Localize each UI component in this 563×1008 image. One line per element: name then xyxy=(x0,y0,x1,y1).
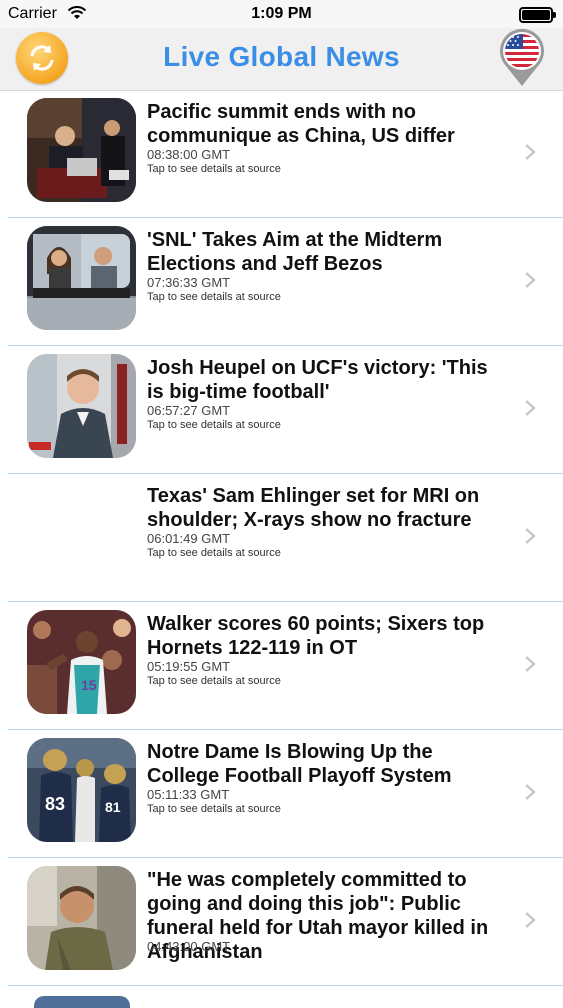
chevron-right-icon xyxy=(525,144,536,160)
empty-thumbnail xyxy=(27,482,136,586)
headline: 'SNL' Takes Aim at the Midterm Elections… xyxy=(147,229,443,275)
source-note: Tap to see details at source xyxy=(147,291,281,303)
news-row[interactable]: Josh Heupel on UCF's victory: 'This is b… xyxy=(0,346,563,474)
svg-text:15: 15 xyxy=(81,677,97,693)
headline: Notre Dame Is Blowing Up the College Foo… xyxy=(147,741,452,787)
summit-photo-thumbnail xyxy=(27,98,136,202)
timestamp: 07:36:33 GMT xyxy=(147,275,231,290)
next-row-thumbnail xyxy=(34,996,130,1008)
battery-icon xyxy=(519,7,556,23)
chevron-right-icon xyxy=(525,400,536,416)
svg-text:81: 81 xyxy=(105,799,121,815)
source-note: Tap to see details at source xyxy=(147,419,281,431)
timestamp: 05:19:55 GMT xyxy=(147,659,231,674)
headline: Josh Heupel on UCF's victory: 'This is b… xyxy=(147,357,488,403)
status-bar: Carrier 1:09 PM xyxy=(0,0,563,28)
us-flag-pin-icon[interactable] xyxy=(497,28,547,88)
timestamp: 06:01:49 GMT xyxy=(147,531,231,546)
source-note: Tap to see details at source xyxy=(147,675,281,687)
basketball-photo-thumbnail: 15 xyxy=(27,610,136,714)
chevron-right-icon xyxy=(525,272,536,288)
source-note: Tap to see details at source xyxy=(147,803,281,815)
headline: Pacific summit ends with no communique a… xyxy=(147,101,455,147)
source-note: Tap to see details at source xyxy=(147,547,281,559)
news-row[interactable]: Pacific summit ends with no communique a… xyxy=(0,90,563,218)
navigation-bar: Live Global News xyxy=(0,28,563,91)
football-team-photo-thumbnail: 83 81 xyxy=(27,738,136,842)
chevron-right-icon xyxy=(525,784,536,800)
chevron-right-icon xyxy=(525,528,536,544)
news-list: Pacific summit ends with no communique a… xyxy=(0,90,563,986)
timestamp: 06:57:27 GMT xyxy=(147,403,231,418)
news-row[interactable]: 83 81 Notre Dame Is Blowing Up the Colle… xyxy=(0,730,563,858)
news-row[interactable]: "He was completely committed to going an… xyxy=(0,858,563,986)
headline: Walker scores 60 points; Sixers top Horn… xyxy=(147,613,485,659)
headline: Texas' Sam Ehlinger set for MRI on shoul… xyxy=(147,485,480,531)
svg-text:83: 83 xyxy=(45,794,65,814)
app-title: Live Global News xyxy=(163,41,400,72)
news-row[interactable]: 15 Walker scores 60 points; Sixers top H… xyxy=(0,602,563,730)
soldier-photo-thumbnail xyxy=(27,866,136,970)
news-row[interactable]: 'SNL' Takes Aim at the Midterm Elections… xyxy=(0,218,563,346)
timestamp: 05:11:33 GMT xyxy=(147,787,230,802)
clock: 1:09 PM xyxy=(251,5,312,22)
timestamp: 04:43:00 GMT xyxy=(147,939,231,954)
chevron-right-icon xyxy=(525,656,536,672)
source-note: Tap to see details at source xyxy=(147,163,281,175)
timestamp: 08:38:00 GMT xyxy=(147,147,231,162)
car-scene-photo-thumbnail xyxy=(27,226,136,330)
chevron-right-icon xyxy=(525,912,536,928)
coach-photo-thumbnail xyxy=(27,354,136,458)
news-row[interactable]: Texas' Sam Ehlinger set for MRI on shoul… xyxy=(0,474,563,602)
